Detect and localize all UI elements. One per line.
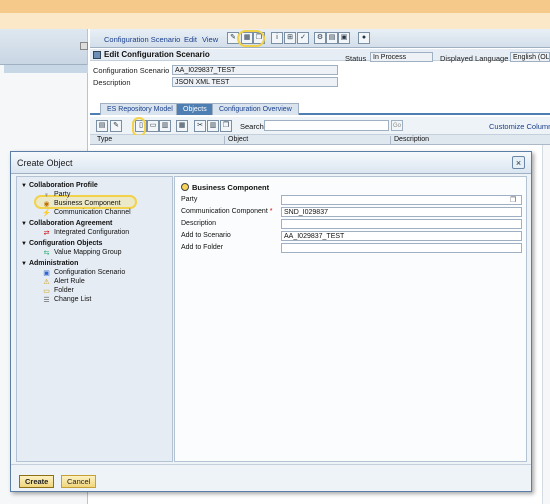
- scenario-field: AA_I029837_TEST: [172, 65, 338, 75]
- search-input[interactable]: [264, 120, 389, 131]
- dialog-title: Create Object: [11, 152, 531, 174]
- cut-icon[interactable]: ✂: [194, 120, 206, 132]
- print-icon[interactable]: ▤: [326, 32, 338, 44]
- add-to-scenario-input[interactable]: AA_I029837_TEST: [281, 231, 522, 241]
- search-label: Search: [240, 122, 264, 131]
- description-label: Description: [93, 78, 131, 87]
- party-input[interactable]: [281, 195, 522, 205]
- value-mapping-icon: ⇆: [43, 250, 50, 257]
- open-folder-icon[interactable]: ▭: [147, 120, 159, 132]
- display-icon[interactable]: ▣: [338, 32, 350, 44]
- tree-item-value-mapping-group[interactable]: ⇆ Value Mapping Group: [42, 248, 122, 258]
- toolbar-highlight: [237, 30, 265, 47]
- tab-objects[interactable]: Objects: [176, 103, 214, 115]
- description-label: Description: [181, 220, 217, 227]
- cancel-button[interactable]: Cancel: [61, 475, 97, 488]
- scenario-label: Configuration Scenario: [93, 66, 170, 75]
- tree-item-change-list[interactable]: ☰ Change List: [42, 295, 91, 305]
- objects-grid-header: Type Object Description: [90, 135, 550, 145]
- business-component-icon: [181, 183, 189, 191]
- tab-configuration-overview[interactable]: Configuration Overview: [212, 103, 299, 115]
- integrated-config-icon: ⇄: [43, 230, 50, 237]
- menu-configuration-scenario[interactable]: Configuration Scenario: [104, 35, 180, 44]
- info-icon[interactable]: i: [271, 32, 283, 44]
- language-field[interactable]: English (OL: [510, 52, 550, 62]
- expand-triangle-icon: ▼: [21, 261, 27, 267]
- tab-es-repository-model[interactable]: ES Repository Model: [100, 103, 180, 115]
- filter-icon[interactable]: ▥: [207, 120, 219, 132]
- edit-header-title: Edit Configuration Scenario: [104, 50, 210, 59]
- add-to-folder-input[interactable]: [281, 243, 522, 253]
- object-tabs: ES Repository Model Objects Configuratio…: [90, 101, 550, 115]
- check-icon[interactable]: ✓: [297, 32, 309, 44]
- left-pane-button[interactable]: [80, 42, 88, 50]
- required-marker: *: [269, 208, 273, 215]
- settings-icon[interactable]: ⚙: [314, 32, 326, 44]
- grid-icon[interactable]: ▦: [176, 120, 188, 132]
- objects-toolbar: ▤ ✎ ▯ ▭ ▥ ▦ ✂ ▥ ❐ Search Go Customize Co…: [90, 117, 550, 137]
- description-field: JSON XML TEST: [172, 77, 338, 87]
- status-label: Status: [345, 54, 367, 63]
- tree-icon[interactable]: ⊞: [284, 32, 296, 44]
- expand-triangle-icon: ▼: [21, 183, 27, 189]
- value-help-icon[interactable]: ❐: [510, 196, 516, 204]
- left-pane-strip: [4, 65, 88, 73]
- expand-triangle-icon: ▼: [21, 241, 27, 247]
- communication-component-label: Communication Component *: [181, 208, 273, 215]
- display-object-icon[interactable]: ▤: [96, 120, 108, 132]
- help-icon[interactable]: ●: [358, 32, 370, 44]
- language-label: Displayed Language: [440, 54, 509, 63]
- tree-item-integrated-configuration[interactable]: ⇄ Integrated Configuration: [42, 228, 130, 238]
- communication-component-input[interactable]: SND_I029837: [281, 207, 522, 217]
- expand-triangle-icon: ▼: [21, 221, 27, 227]
- menu-edit[interactable]: Edit: [184, 35, 197, 44]
- change-list-icon: ☰: [43, 297, 50, 304]
- col-description[interactable]: Description: [390, 136, 429, 145]
- delete-icon[interactable]: ▥: [159, 120, 171, 132]
- tree-item-communication-channel[interactable]: ⚡ Communication Channel: [42, 208, 131, 218]
- top-banner-secondary: [0, 13, 550, 29]
- communication-channel-icon: ⚡: [42, 210, 51, 217]
- col-object[interactable]: Object: [224, 136, 248, 145]
- object-form: Business Component Party ❐ Communication…: [174, 176, 527, 462]
- menu-bar: Configuration Scenario Edit View ✎ ▦ ❐ i…: [90, 29, 550, 48]
- left-pane-header: [0, 29, 87, 65]
- edit-scenario-icon: [93, 51, 101, 59]
- create-object-dialog: Create Object × ▼ Collaboration Profile ♀…: [10, 151, 532, 492]
- col-type[interactable]: Type: [94, 136, 112, 145]
- menu-view[interactable]: View: [202, 35, 218, 44]
- toolbar-highlight-new: [132, 117, 146, 137]
- close-icon[interactable]: ×: [512, 156, 525, 169]
- status-field: In Process: [370, 52, 433, 62]
- form-title: Business Component: [181, 183, 269, 192]
- copy-object-icon[interactable]: ❐: [220, 120, 232, 132]
- top-banner: [0, 0, 550, 13]
- go-button[interactable]: Go: [391, 120, 403, 131]
- dialog-footer: Create Cancel: [11, 464, 531, 491]
- object-type-tree: ▼ Collaboration Profile ♀ Party ◉ Business …: [16, 176, 173, 462]
- customize-columns-link[interactable]: Customize Column: [489, 122, 550, 131]
- edit-object-icon[interactable]: ✎: [110, 120, 122, 132]
- right-scrollbar[interactable]: [542, 145, 550, 504]
- add-to-folder-label: Add to Folder: [181, 244, 224, 251]
- party-label: Party: [181, 196, 198, 203]
- create-button[interactable]: Create: [19, 475, 55, 488]
- description-input[interactable]: [281, 219, 522, 229]
- add-to-scenario-label: Add to Scenario: [181, 232, 231, 239]
